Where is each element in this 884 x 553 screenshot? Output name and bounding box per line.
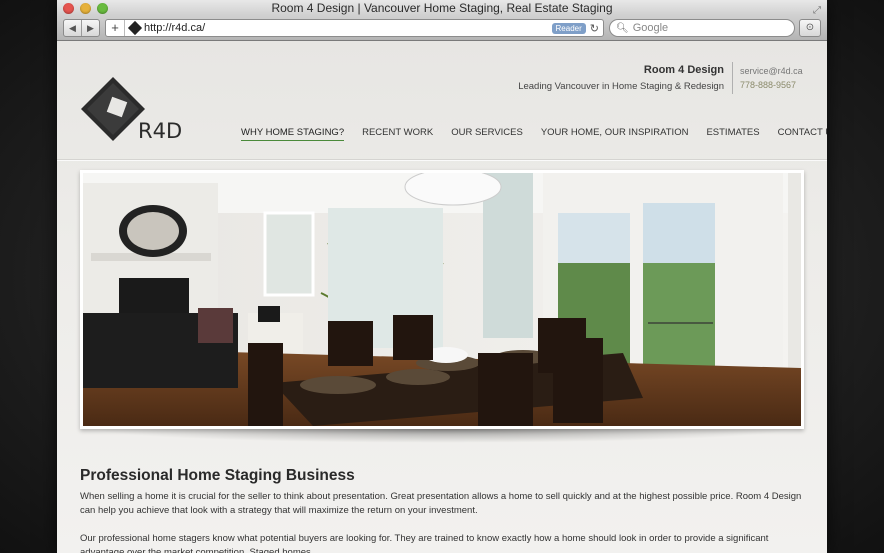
- minimize-button[interactable]: [80, 3, 91, 14]
- nav-recent-work[interactable]: RECENT WORK: [362, 127, 433, 141]
- add-bookmark-icon[interactable]: +: [106, 20, 125, 36]
- header-divider: [57, 159, 827, 160]
- contact-divider: [732, 62, 733, 94]
- downloads-button[interactable]: ⊙: [799, 19, 821, 37]
- second-paragraph: Our professional home stagers know what …: [80, 533, 769, 553]
- email-link[interactable]: service@r4d.ca: [740, 66, 803, 76]
- forward-button[interactable]: ▶: [81, 20, 99, 36]
- nav-our-services[interactable]: OUR SERVICES: [451, 127, 523, 141]
- reader-button[interactable]: Reader: [551, 22, 586, 34]
- phone-number: 778-888-9567: [740, 80, 797, 90]
- history-buttons: ◀ ▶: [63, 19, 100, 37]
- search-field[interactable]: 🔍︎ Google: [609, 19, 795, 37]
- close-button[interactable]: [63, 3, 74, 14]
- site-favicon-icon: [127, 20, 143, 36]
- nav-your-home-our-inspiration[interactable]: YOUR HOME, OUR INSPIRATION: [541, 127, 689, 141]
- address-bar[interactable]: + http://r4d.ca/ Reader ↻: [105, 19, 604, 37]
- logo-text: R4D: [138, 119, 182, 141]
- nav-estimates[interactable]: ESTIMATES: [706, 127, 759, 141]
- hero-shadow: [93, 429, 793, 443]
- main-nav: WHY HOME STAGING? RECENT WORK OUR SERVIC…: [241, 127, 827, 141]
- brand-name: Room 4 Design: [643, 64, 724, 76]
- search-icon: 🔍︎: [616, 22, 629, 34]
- reload-icon[interactable]: ↻: [590, 22, 599, 35]
- intro-paragraph: When selling a home it is crucial for th…: [80, 491, 802, 516]
- url-text[interactable]: http://r4d.ca/: [144, 22, 552, 34]
- brand-tagline: Leading Vancouver in Home Staging & Rede…: [518, 81, 724, 92]
- page-heading: Professional Home Staging Business: [80, 467, 355, 484]
- window-title: Room 4 Design | Vancouver Home Staging, …: [271, 1, 613, 15]
- browser-window: Room 4 Design | Vancouver Home Staging, …: [57, 0, 827, 553]
- back-button[interactable]: ◀: [64, 20, 81, 36]
- zoom-button[interactable]: [97, 3, 108, 14]
- web-page: R4D Room 4 Design Leading Vancouver in H…: [57, 41, 827, 553]
- title-bar: Room 4 Design | Vancouver Home Staging, …: [57, 0, 827, 16]
- r4d-logo[interactable]: R4D: [81, 77, 191, 141]
- browser-toolbar: ◀ ▶ + http://r4d.ca/ Reader ↻ 🔍︎ Google …: [57, 16, 827, 41]
- hero-image: [83, 173, 801, 426]
- hero-image-frame: [80, 170, 804, 429]
- nav-why-home-staging[interactable]: WHY HOME STAGING?: [241, 127, 345, 141]
- window-controls: [63, 3, 108, 14]
- nav-contact-us[interactable]: CONTACT US: [778, 127, 827, 141]
- search-placeholder: Google: [632, 22, 669, 34]
